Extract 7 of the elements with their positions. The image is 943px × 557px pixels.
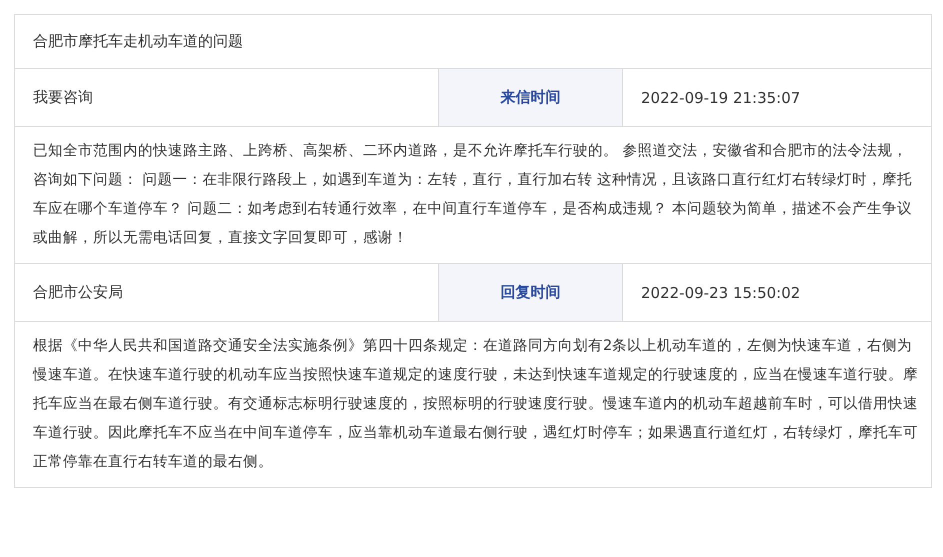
question-text: 已知全市范围内的快速路主路、上跨桥、高架桥、二环内道路，是不允许摩托车行驶的。 参照道交法，安徽省和合肥市的法令法规，咨询如下问题： 问题一：在非限行路段上，如遇到车道为：左转，直行，直行加右转 这种情况，且该路口直行红灯右转绿灯时，摩托车应在哪个车道停车？ 问题二：如考虑到右转通行效率，在中间直行车道停车，是否构成违规？ 本问题较为简单，描述不会产生争议或曲解，所以无需电话回复，直接文字回复即可，感谢！ xyxy=(32,142,914,248)
time-label: 来信时间 xyxy=(439,69,623,126)
time-label: 回复时间 xyxy=(439,264,623,321)
time-value: 2022-09-23 15:50:02 xyxy=(640,282,802,304)
time-value: 2022-09-19 21:35:07 xyxy=(640,88,802,108)
reply-text: 根据《中华人民共和国道路交通安全法实施条例》第四十四条规定：在道路同方向划有2条以上机动车道的，左侧为快速车道，右侧为慢速车道。在快速车道行驶的机动车应当按照快速车道规定的速度行驶，未达到快速车道规定的行驶速度的，应当在慢速车道行驶。摩托车应当在最右侧车道行驶。有交通标志标明行驶速度的，按照标明的行驶速度行驶。慢速车道内的机动车超越前车时，可以借用快速车道行驶。因此摩托车不应当在中间车道停车，应当靠机动车道最右侧行驶，遇红灯时停车；如果遇直行道红灯，右转绿灯，摩托车可正常停靠在直行右转车道的最右侧。 xyxy=(32,336,919,472)
letter-title: 合肥市摩托车走机动车道的问题 xyxy=(32,31,244,52)
